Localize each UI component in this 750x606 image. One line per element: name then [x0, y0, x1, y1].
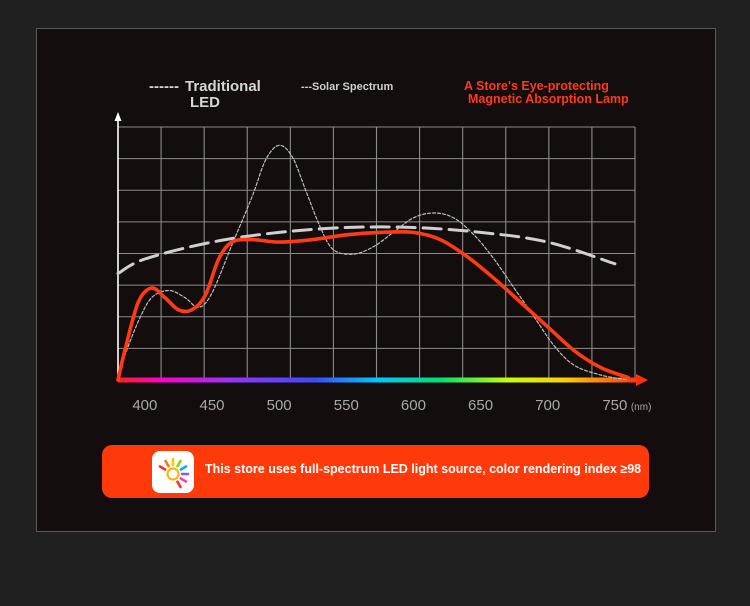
legend-led-dash: ------	[149, 78, 179, 95]
x-tick-label: 750	[602, 397, 627, 414]
x-tick-label: 550	[334, 397, 359, 414]
sun-ray	[158, 465, 167, 471]
y-axis-arrow	[114, 112, 122, 121]
legend-traditional-led: ------ Traditional LED	[149, 79, 261, 111]
series-lines	[116, 144, 631, 382]
legend-solar-spectrum: ---Solar Spectrum	[301, 81, 394, 93]
x-tick-label: 650	[468, 397, 493, 414]
x-unit-label: (nm)	[631, 402, 652, 413]
sun-core	[166, 467, 180, 481]
sun-rays	[158, 457, 190, 489]
legend-store-line1: A Store's Eye-protecting	[464, 79, 609, 93]
sun-ray	[179, 477, 188, 483]
sun-rays-icon	[152, 451, 194, 493]
x-tick-label: 700	[535, 397, 560, 414]
sun-ray	[179, 465, 188, 471]
x-tick-label: 500	[267, 397, 292, 414]
x-tick-label: 450	[199, 397, 224, 414]
legend-store-lamp: A Store's Eye-protecting Magnetic Absorp…	[464, 80, 629, 106]
canvas: 400 450 500 550 600 650 700 750 (nm) ------ Tradi…	[0, 0, 750, 606]
x-tick-labels: 400 450 500 550 600 650 700 750 (nm)	[132, 397, 651, 414]
legend-led-line1: Traditional	[184, 78, 261, 95]
x-axis-arrow	[636, 374, 648, 386]
series-solar-spectrum-line	[117, 144, 629, 381]
sun-ray	[176, 480, 182, 489]
x-tick-label: 400	[132, 397, 157, 414]
grid-lines	[118, 126, 636, 380]
legend-led-line2: LED	[190, 94, 220, 111]
info-banner: This store uses full-spectrum LED light …	[102, 445, 649, 498]
sun-ray	[164, 459, 170, 468]
banner-text: This store uses full-spectrum LED light …	[205, 462, 642, 476]
x-tick-label: 600	[401, 397, 426, 414]
spectrum-axis-bar	[118, 377, 638, 383]
sun-ray	[176, 459, 182, 468]
legend-store-line2: Magnetic Absorption Lamp	[468, 92, 629, 106]
